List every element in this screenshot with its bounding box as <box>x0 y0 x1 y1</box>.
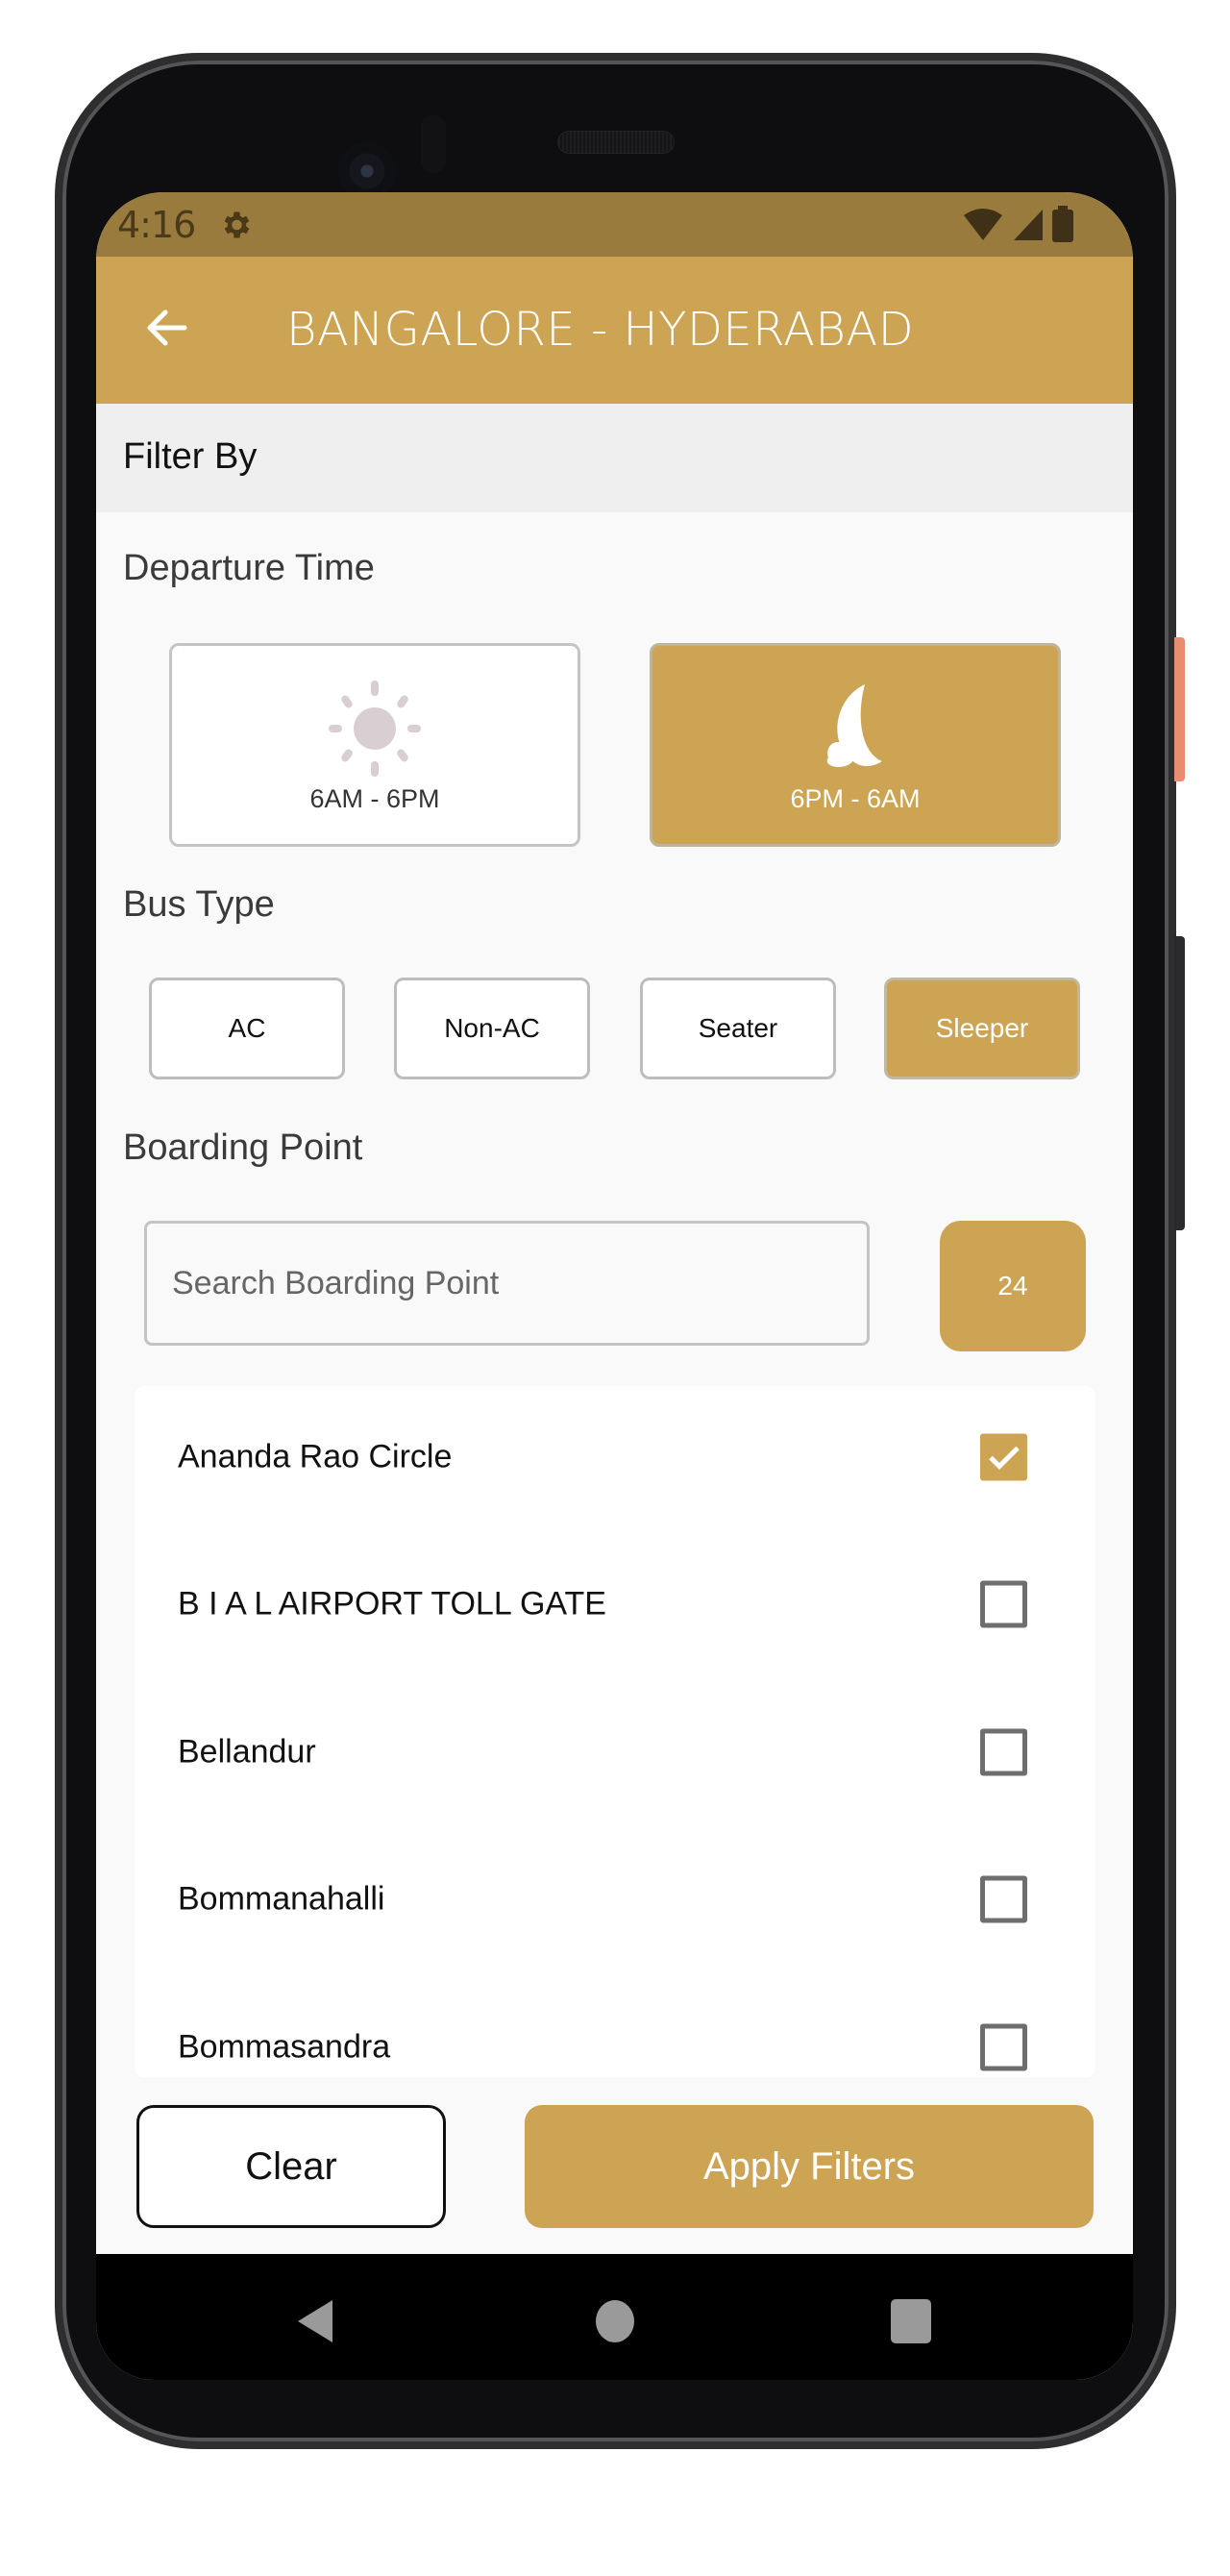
bus-type-non-ac[interactable]: Non-AC <box>394 978 590 1079</box>
app-header: BANGALORE - HYDERABAD <box>96 257 1133 404</box>
status-time: 4:16 <box>117 204 196 246</box>
list-item[interactable]: Ananda Rao Circle <box>135 1399 1095 1515</box>
list-item[interactable]: Bellandur <box>135 1695 1095 1810</box>
bus-type-seater[interactable]: Seater <box>640 978 836 1079</box>
status-bar: 4:16 <box>96 192 1133 257</box>
list-item[interactable]: B I A L AIRPORT TOLL GATE <box>135 1547 1095 1662</box>
recents-square-icon[interactable] <box>890 2298 932 2349</box>
home-circle-icon[interactable] <box>594 2298 636 2349</box>
filter-by-label: Filter By <box>123 436 258 477</box>
list-item[interactable]: Bommanahalli <box>135 1842 1095 1957</box>
settings-gear-icon <box>218 208 253 242</box>
boarding-point-search-input[interactable] <box>144 1221 870 1346</box>
back-button[interactable] <box>138 301 196 359</box>
departure-option-day[interactable]: 6AM - 6PM <box>169 643 580 847</box>
cellular-signal-icon <box>1012 208 1045 247</box>
bus-type-sleeper[interactable]: Sleeper <box>884 978 1080 1079</box>
proximity-sensor <box>421 115 446 173</box>
boarding-point-count-button[interactable]: 24 <box>940 1221 1086 1351</box>
moon-cloud-icon <box>807 679 903 784</box>
checkmark-icon <box>988 1446 1020 1470</box>
front-camera <box>338 142 396 200</box>
filter-by-bar: Filter By <box>96 404 1133 512</box>
bus-type-ac[interactable]: AC <box>149 978 345 1079</box>
wifi-icon <box>962 206 1004 247</box>
departure-option-night-label: 6PM - 6AM <box>790 784 921 813</box>
bus-type-label: Bus Type <box>123 884 275 925</box>
checkbox-checked[interactable] <box>980 1433 1027 1481</box>
power-button[interactable] <box>1174 637 1185 781</box>
checkbox[interactable] <box>980 1728 1027 1776</box>
arrow-left-icon <box>144 305 190 356</box>
status-icons <box>962 206 1073 247</box>
page-title: BANGALORE - HYDERABAD <box>286 303 915 357</box>
boarding-point-label: Boarding Point <box>123 1127 363 1168</box>
back-triangle-icon[interactable] <box>296 2298 334 2349</box>
battery-icon <box>1052 206 1073 247</box>
sun-icon <box>327 679 423 784</box>
list-item[interactable]: Bommasandra <box>135 1990 1095 2077</box>
checkbox[interactable] <box>980 1875 1027 1923</box>
list-item-label: Ananda Rao Circle <box>178 1438 453 1475</box>
checkbox[interactable] <box>980 1580 1027 1628</box>
clear-button[interactable]: Clear <box>136 2105 446 2228</box>
apply-filters-button[interactable]: Apply Filters <box>525 2105 1094 2228</box>
phone-screen: 4:16 BANGALORE - HYDERABAD Filter By Dep… <box>96 192 1133 2380</box>
system-nav-bar <box>96 2254 1133 2380</box>
checkbox[interactable] <box>980 2023 1027 2071</box>
list-item-label: Bommanahalli <box>178 1880 385 1918</box>
departure-time-label: Departure Time <box>123 548 375 588</box>
boarding-point-list[interactable]: Ananda Rao Circle B I A L AIRPORT TOLL G… <box>135 1386 1095 2077</box>
earpiece-speaker <box>557 131 675 154</box>
departure-option-day-label: 6AM - 6PM <box>309 784 440 813</box>
departure-option-night[interactable]: 6PM - 6AM <box>650 643 1061 847</box>
volume-button[interactable] <box>1174 936 1185 1230</box>
list-item-label: Bellandur <box>178 1733 316 1771</box>
list-item-label: B I A L AIRPORT TOLL GATE <box>178 1585 606 1622</box>
list-item-label: Bommasandra <box>178 2028 391 2066</box>
